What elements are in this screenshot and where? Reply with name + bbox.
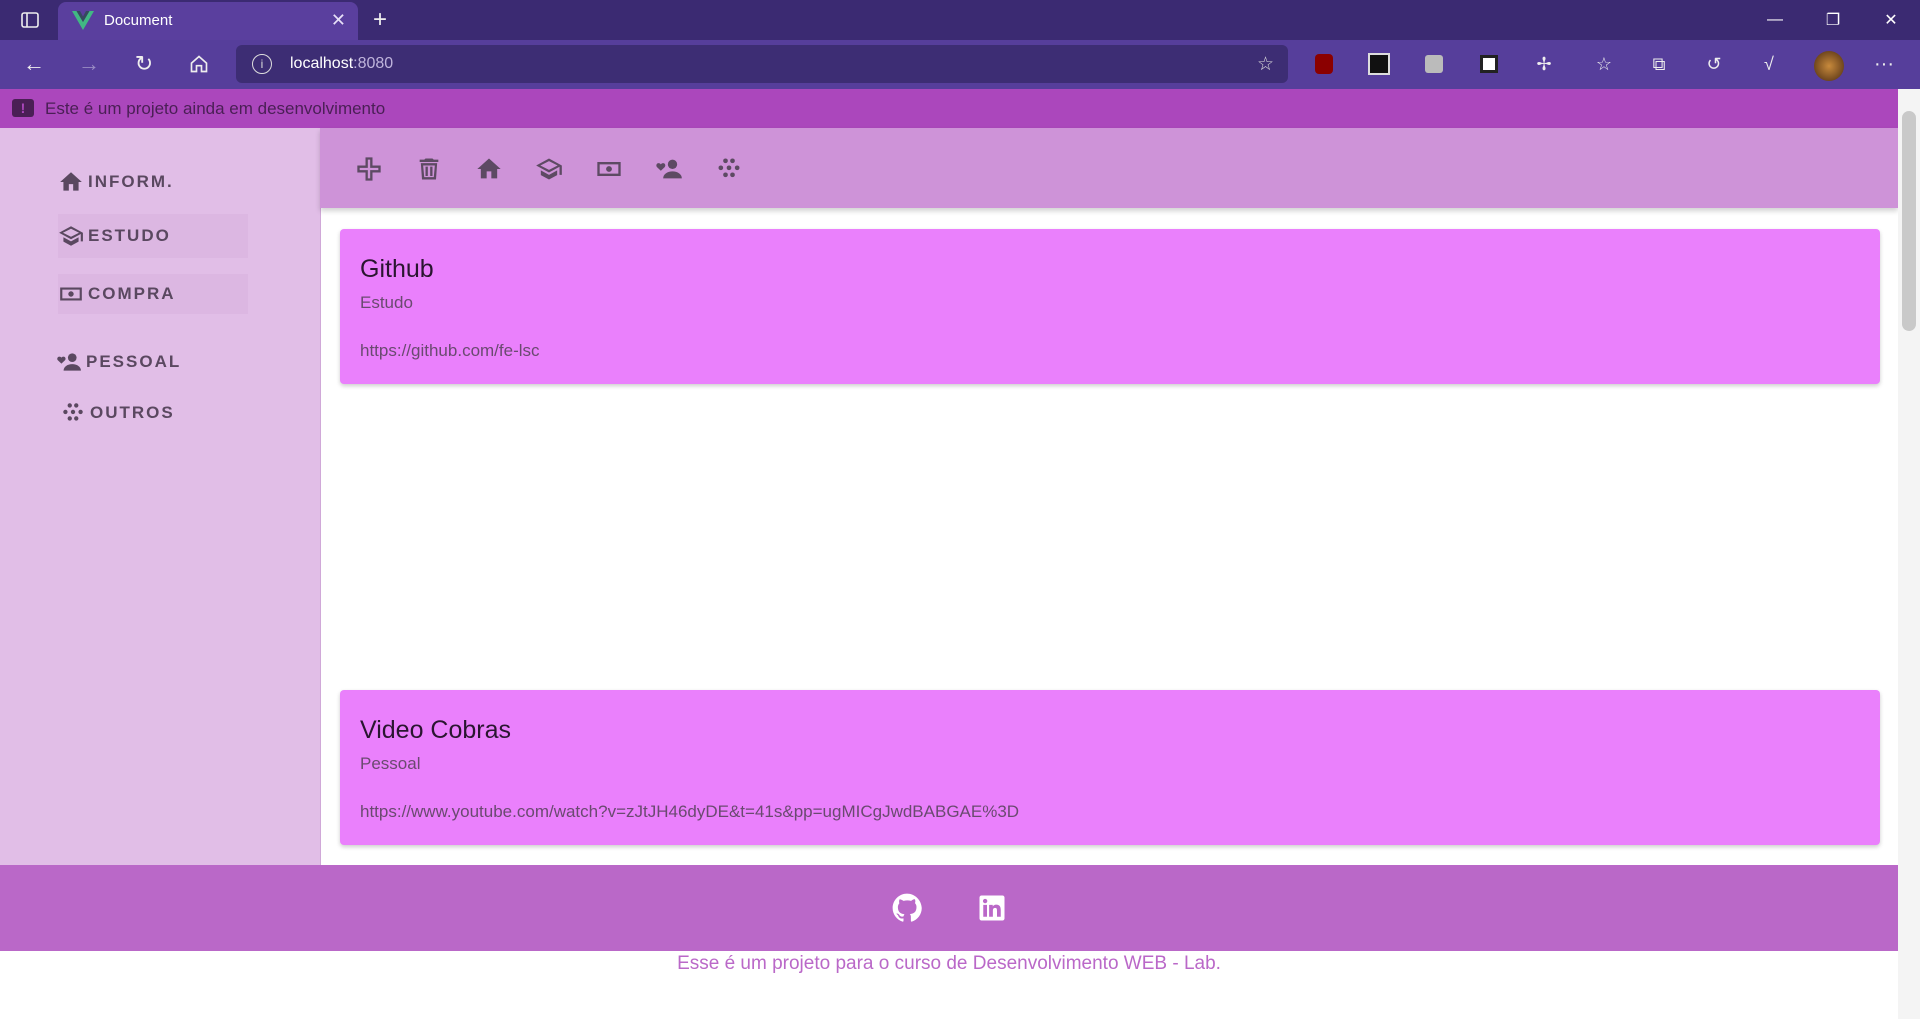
extension-icon[interactable] — [1420, 50, 1448, 78]
sidebar-item-outros[interactable]: OUTROS — [60, 400, 175, 426]
sidebar-item-inform[interactable]: INFORM. — [58, 169, 174, 195]
card-url[interactable]: https://github.com/fe-lsc — [360, 341, 540, 361]
close-tab-icon[interactable]: ✕ — [331, 10, 346, 31]
dots-icon[interactable] — [715, 155, 743, 183]
card-url[interactable]: https://www.youtube.com/watch?v=zJtJH46d… — [360, 802, 1019, 822]
home-browser-icon[interactable] — [185, 50, 213, 78]
back-icon[interactable]: ← — [20, 50, 48, 78]
profile-avatar[interactable] — [1814, 51, 1844, 81]
ublock-extension-icon[interactable] — [1310, 50, 1338, 78]
card-category: Pessoal — [360, 754, 421, 773]
cash-icon[interactable] — [595, 155, 623, 183]
tab-title: Document — [104, 12, 173, 29]
vue-logo-icon — [72, 11, 94, 30]
math-solver-icon[interactable]: √ — [1755, 50, 1783, 78]
banner-text: Este é um projeto ainda em desenvolvimen… — [45, 99, 386, 118]
home-icon[interactable] — [475, 155, 503, 183]
qr-extension-icon[interactable] — [1475, 50, 1503, 78]
browser-tab-strip: Document ✕ + — ❐ ✕ — [0, 0, 1920, 40]
minimize-icon[interactable]: — — [1752, 4, 1798, 36]
collections-icon[interactable]: ⧉ — [1645, 50, 1673, 78]
card-title: Video Cobras — [360, 716, 512, 744]
extensions-puzzle-icon[interactable]: ✢ — [1530, 50, 1558, 78]
app-toolbar — [320, 128, 1898, 208]
school-icon — [59, 226, 83, 246]
card-title: Github — [360, 255, 434, 283]
close-window-icon[interactable]: ✕ — [1868, 4, 1914, 36]
more-options-icon[interactable]: ··· — [1870, 50, 1898, 78]
reload-icon[interactable]: ↻ — [130, 50, 158, 78]
footer-text: Esse é um projeto para o curso de Desenv… — [677, 953, 1221, 974]
scrollbar-thumb[interactable] — [1902, 111, 1916, 331]
sidebar-item-label: ESTUDO — [88, 226, 171, 245]
sidebar: INFORM. ESTUDO COMPRA PESSOAL OUTROS — [0, 128, 321, 865]
person-heart-icon[interactable] — [655, 155, 683, 183]
link-card[interactable]: Video Cobras Pessoal https://www.youtube… — [340, 690, 1880, 845]
sidebar-item-label: COMPRA — [88, 284, 176, 303]
alert-icon: ! — [12, 99, 34, 117]
add-icon[interactable] — [355, 155, 383, 183]
home-icon — [60, 172, 82, 191]
restore-icon[interactable]: ❐ — [1810, 4, 1856, 36]
url-text: localhost:8080 — [290, 55, 394, 72]
github-icon[interactable] — [892, 893, 922, 923]
favorites-icon[interactable]: ☆ — [1590, 50, 1618, 78]
favorite-add-icon[interactable]: ☆ — [1257, 53, 1274, 76]
dev-banner: ! Este é um projeto ainda em desenvolvim… — [0, 89, 1898, 128]
forward-icon[interactable]: → — [75, 50, 103, 78]
linkedin-icon[interactable] — [977, 893, 1007, 923]
history-icon[interactable]: ↺ — [1700, 50, 1728, 78]
link-card[interactable]: Github Estudo https://github.com/fe-lsc — [340, 229, 1880, 384]
sidebar-item-estudo[interactable]: ESTUDO — [58, 214, 248, 258]
browser-tab[interactable]: Document ✕ — [58, 2, 358, 40]
card-category: Estudo — [360, 293, 413, 312]
browser-toolbar: ← → ↻ i localhost:8080 ☆ ✢ ☆ ⧉ ↺ √ ··· — [0, 40, 1920, 89]
tab-actions-icon[interactable] — [16, 6, 44, 34]
sidebar-item-compra[interactable]: COMPRA — [58, 274, 248, 314]
sidebar-item-label: PESSOAL — [86, 352, 182, 371]
new-tab-icon[interactable]: + — [366, 6, 394, 34]
address-bar[interactable]: i localhost:8080 ☆ — [236, 45, 1288, 83]
footer — [0, 865, 1898, 951]
person-heart-icon — [57, 353, 81, 371]
sidebar-item-label: INFORM. — [88, 172, 174, 191]
extension-icon[interactable] — [1365, 50, 1393, 78]
sidebar-item-label: OUTROS — [90, 403, 175, 422]
cash-icon — [60, 287, 82, 301]
page-scrollbar[interactable] — [1898, 89, 1920, 1019]
school-icon[interactable] — [535, 155, 563, 183]
dots-icon — [63, 403, 83, 421]
sidebar-item-pessoal[interactable]: PESSOAL — [56, 349, 181, 375]
site-info-icon[interactable]: i — [252, 54, 272, 74]
delete-icon[interactable] — [415, 155, 443, 183]
